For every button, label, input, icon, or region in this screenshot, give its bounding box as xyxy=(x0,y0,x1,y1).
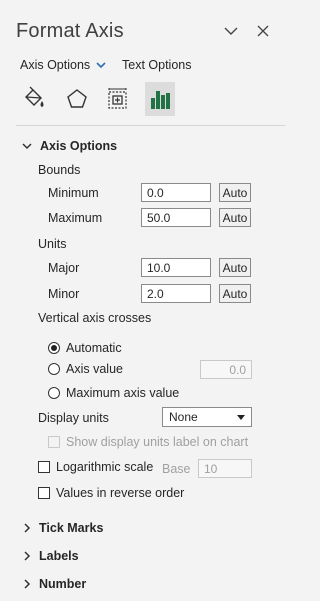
radio-selected[interactable] xyxy=(48,342,60,354)
section-number[interactable]: Number xyxy=(24,577,86,591)
fill-line-icon[interactable] xyxy=(19,82,49,116)
section-tick-marks[interactable]: Tick Marks xyxy=(24,521,103,535)
display-units-select[interactable]: None xyxy=(162,407,252,427)
maximum-input[interactable]: 50.0 xyxy=(141,208,211,227)
base-input[interactable]: 10 xyxy=(198,459,252,478)
tab-axis-options-label: Axis Options xyxy=(20,58,91,72)
section-axis-options[interactable]: Axis Options xyxy=(22,139,117,153)
minimum-input[interactable]: 0.0 xyxy=(141,183,211,202)
minimum-auto-button[interactable]: Auto xyxy=(219,183,251,202)
section-labels[interactable]: Labels xyxy=(24,549,79,563)
pane-title: Format Axis xyxy=(16,20,124,42)
checkbox[interactable] xyxy=(48,436,60,448)
maximum-axis-value-label: Maximum axis value xyxy=(66,386,180,400)
maximum-label: Maximum xyxy=(48,211,103,225)
axis-options-icon[interactable] xyxy=(145,82,175,116)
major-auto-button[interactable]: Auto xyxy=(219,258,251,277)
effects-icon[interactable] xyxy=(62,82,92,116)
tab-text-options[interactable]: Text Options xyxy=(122,58,191,72)
major-label: Major xyxy=(48,261,80,275)
minor-input[interactable]: 2.0 xyxy=(141,284,211,303)
pane-options-chevron-icon[interactable] xyxy=(222,22,240,40)
chevron-down-icon xyxy=(22,142,32,149)
automatic-label: Automatic xyxy=(66,341,122,355)
show-units-label-text: Show display units label on chart xyxy=(66,435,249,449)
automatic-radio[interactable]: Automatic xyxy=(48,341,122,355)
chevron-down-icon xyxy=(96,61,106,68)
axis-value-input[interactable]: 0.0 xyxy=(200,360,252,379)
radio-unselected[interactable] xyxy=(48,363,60,375)
size-properties-icon[interactable] xyxy=(103,82,133,116)
display-units-value: None xyxy=(169,410,198,424)
chevron-right-icon xyxy=(24,551,31,561)
display-units-label: Display units xyxy=(38,411,109,425)
axis-value-label: Axis value xyxy=(66,362,123,376)
section-number-label: Number xyxy=(39,577,87,591)
section-tick-marks-label: Tick Marks xyxy=(39,521,104,535)
logarithmic-scale-checkbox[interactable]: Logarithmic scale xyxy=(38,460,153,474)
checkbox[interactable] xyxy=(38,487,50,499)
close-icon[interactable] xyxy=(254,22,272,40)
major-input[interactable]: 10.0 xyxy=(141,258,211,277)
reverse-order-label: Values in reverse order xyxy=(56,486,185,500)
divider xyxy=(16,125,285,126)
section-labels-label: Labels xyxy=(39,549,79,563)
chevron-right-icon xyxy=(24,579,31,589)
checkbox[interactable] xyxy=(38,461,50,473)
minor-auto-button[interactable]: Auto xyxy=(219,284,251,303)
minimum-label: Minimum xyxy=(48,186,99,200)
show-units-label-checkbox[interactable]: Show display units label on chart xyxy=(48,435,248,449)
maximum-axis-value-radio[interactable]: Maximum axis value xyxy=(48,386,179,400)
radio-unselected[interactable] xyxy=(48,387,60,399)
section-axis-options-label: Axis Options xyxy=(40,139,118,153)
vertical-axis-crosses-label: Vertical axis crosses xyxy=(38,311,152,325)
minor-label: Minor xyxy=(48,287,80,301)
logarithmic-scale-label: Logarithmic scale xyxy=(56,460,154,474)
tab-axis-options[interactable]: Axis Options xyxy=(20,58,106,72)
bounds-label: Bounds xyxy=(38,163,81,177)
axis-value-radio[interactable]: Axis value xyxy=(48,362,123,376)
base-label: Base xyxy=(162,462,191,476)
dropdown-arrow-icon xyxy=(237,414,245,420)
reverse-order-checkbox[interactable]: Values in reverse order xyxy=(38,486,184,500)
maximum-auto-button[interactable]: Auto xyxy=(219,208,251,227)
units-label: Units xyxy=(38,237,67,251)
chevron-right-icon xyxy=(24,523,31,533)
